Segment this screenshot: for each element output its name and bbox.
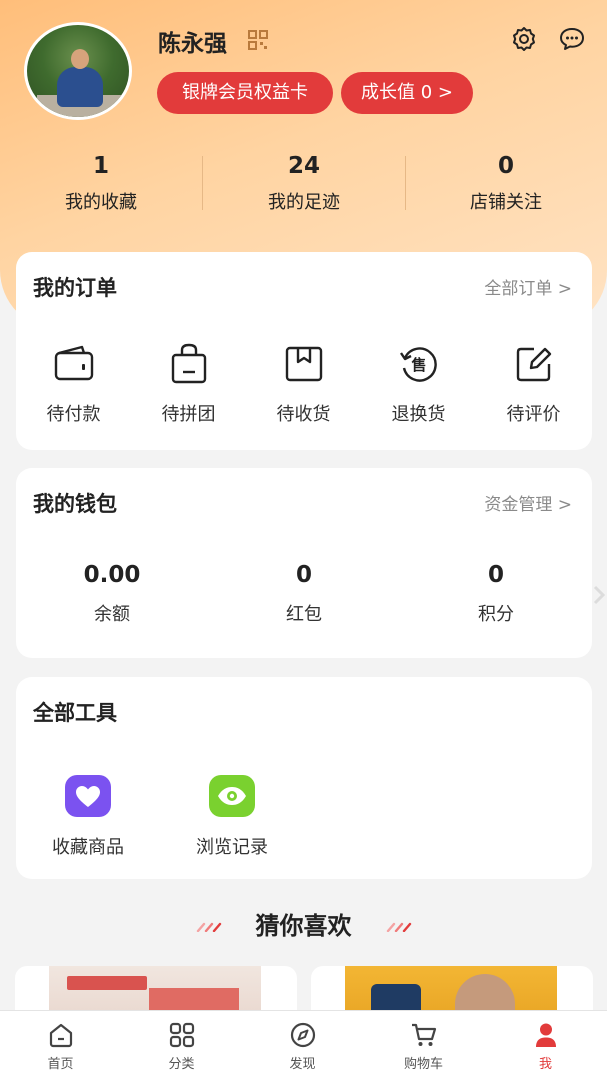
- tab-discover[interactable]: 发现: [242, 1011, 363, 1080]
- tool-browse-history[interactable]: 浏览记录: [160, 775, 304, 859]
- orders-title: 我的订单: [33, 276, 117, 300]
- guess-title: 猜你喜欢: [255, 912, 352, 940]
- avatar[interactable]: [24, 22, 132, 120]
- orders-card: 我的订单 全部订单 > 待付款 待拼团 待收货 售 退换货 待评价: [16, 252, 592, 450]
- stat-value: 24: [287, 153, 320, 179]
- stat-favorites[interactable]: 1 我的收藏: [0, 148, 202, 214]
- package-icon: [285, 346, 322, 382]
- stat-value: 1: [92, 153, 109, 179]
- order-item-label: 待评价: [506, 404, 561, 425]
- growth-value-button[interactable]: 成长值 0 >: [341, 72, 473, 114]
- wallet-value: 0.00: [83, 562, 141, 588]
- chevron-right-icon: [593, 585, 606, 605]
- decor-streak-icon: [196, 922, 222, 932]
- bottom-tab-bar: 首页 分类 发现 购物车 我: [0, 1010, 607, 1080]
- order-item-label: 待拼团: [161, 404, 216, 425]
- order-after-sale[interactable]: 售 退换货: [361, 342, 476, 426]
- stat-label: 店铺关注: [470, 192, 542, 213]
- avatar-figure-body: [57, 67, 103, 107]
- profile-stats: 1 我的收藏 24 我的足迹 0 店铺关注: [0, 148, 607, 218]
- username: 陈永强: [158, 31, 227, 57]
- heart-icon: [65, 775, 111, 817]
- profile-icon: [535, 1023, 556, 1047]
- stat-footprints[interactable]: 24 我的足迹: [203, 148, 405, 214]
- after-sale-icon: 售: [399, 347, 437, 382]
- tools-title: 全部工具: [33, 701, 117, 725]
- order-pending-payment[interactable]: 待付款: [16, 342, 131, 426]
- stat-followed-stores[interactable]: 0 店铺关注: [405, 148, 607, 214]
- tab-cart[interactable]: 购物车: [363, 1011, 484, 1080]
- order-pending-review[interactable]: 待评价: [476, 342, 591, 426]
- all-orders-link[interactable]: 全部订单 >: [484, 274, 572, 299]
- order-pending-receipt[interactable]: 待收货: [246, 342, 361, 426]
- wallet-red-packet[interactable]: 0 红包: [208, 558, 400, 626]
- tab-label: 购物车: [403, 1057, 443, 1072]
- wallet-label: 红包: [286, 604, 322, 625]
- wallet-icon: [54, 345, 93, 381]
- decor-streak-icon: [386, 922, 412, 932]
- stat-value: 0: [497, 153, 514, 179]
- wallet-value: 0: [487, 562, 504, 588]
- stat-label: 我的收藏: [65, 192, 137, 213]
- wallet-label: 余额: [94, 604, 130, 625]
- stat-label: 我的足迹: [268, 192, 340, 213]
- settings-gear-icon[interactable]: [510, 25, 538, 53]
- guess-you-like-header: 猜你喜欢: [0, 906, 607, 946]
- tab-label: 我: [538, 1057, 552, 1072]
- wallet-points[interactable]: 0 积分: [400, 558, 592, 626]
- wallet-value: 0: [295, 562, 312, 588]
- wallet-balance[interactable]: 0.00 余额: [16, 558, 208, 626]
- tool-favorite-products[interactable]: 收藏商品: [16, 775, 160, 859]
- after-sale-glyph: 售: [411, 356, 426, 374]
- order-item-label: 退换货: [391, 404, 446, 425]
- eye-icon: [209, 775, 255, 817]
- compass-icon: [290, 1022, 315, 1048]
- order-pending-group[interactable]: 待拼团: [131, 342, 246, 426]
- wallet-label: 积分: [478, 604, 514, 625]
- cart-icon: [411, 1023, 436, 1046]
- tab-label: 首页: [47, 1057, 74, 1072]
- wallet-card: 我的钱包 资金管理 > 0.00 余额 0 红包 0 积分: [16, 468, 592, 658]
- bag-icon: [171, 343, 206, 384]
- home-icon: [49, 1023, 72, 1048]
- member-card-button[interactable]: 银牌会员权益卡: [157, 72, 333, 114]
- order-item-label: 待收货: [276, 404, 331, 425]
- tool-label: 浏览记录: [196, 837, 268, 858]
- message-icon[interactable]: [558, 25, 586, 53]
- tool-label: 收藏商品: [52, 837, 124, 858]
- wallet-title: 我的钱包: [33, 492, 117, 516]
- qr-code-icon[interactable]: [248, 30, 268, 50]
- tab-label: 分类: [168, 1057, 195, 1072]
- order-item-label: 待付款: [46, 404, 101, 425]
- tab-label: 发现: [289, 1057, 316, 1072]
- tab-home[interactable]: 首页: [0, 1011, 121, 1080]
- tab-profile[interactable]: 我: [485, 1011, 606, 1080]
- category-icon: [169, 1022, 194, 1048]
- tab-category[interactable]: 分类: [121, 1011, 242, 1080]
- fund-management-link[interactable]: 资金管理 >: [484, 490, 572, 515]
- edit-review-icon: [516, 347, 551, 382]
- avatar-figure-head: [71, 49, 89, 69]
- tools-card: 全部工具 收藏商品 浏览记录: [16, 677, 592, 879]
